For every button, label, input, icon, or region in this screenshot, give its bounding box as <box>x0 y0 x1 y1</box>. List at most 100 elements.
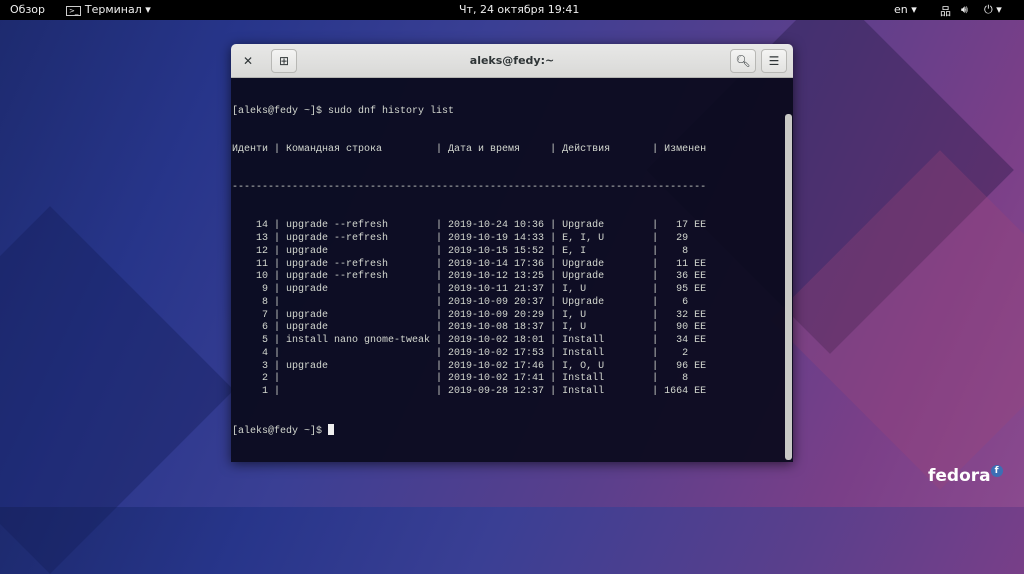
logo-text: fedora <box>928 466 991 486</box>
row-action: Upgrade <box>562 220 605 232</box>
separator: ----------------------------------------… <box>232 182 707 193</box>
search-icon: 🔍︎ <box>735 54 751 68</box>
bg-shape <box>0 206 234 574</box>
table-row: 10 | upgrade --refresh | 2019-10-12 13:2… <box>232 271 793 284</box>
row-action: Upgrade <box>562 296 605 308</box>
clock[interactable]: Чт, 24 октября 19:41 <box>459 3 579 16</box>
row-cmd: upgrade --refresh <box>286 233 389 244</box>
row-id: 10 <box>255 271 268 283</box>
row-id: 5 <box>261 335 268 346</box>
row-action: I, U <box>562 322 587 334</box>
row-date: 2019-10-02 17:41 <box>448 373 545 385</box>
language-label: en <box>894 3 908 16</box>
row-cmd: upgrade <box>286 322 329 334</box>
header-id: Иденти <box>232 143 269 155</box>
row-id: 12 <box>255 245 268 257</box>
prompt: [aleks@fedy ~]$ <box>232 105 329 117</box>
terminal-icon: >_ <box>66 6 82 16</box>
table-row: 9 | upgrade | 2019-10-11 21:37 | I, U | … <box>232 284 793 297</box>
row-cmd: upgrade --refresh <box>286 220 389 232</box>
app-menu[interactable]: >_ Терминал ▾ <box>66 3 151 16</box>
cursor <box>328 424 335 436</box>
row-action: Upgrade <box>562 258 605 270</box>
table-row: 6 | upgrade | 2019-10-08 18:37 | I, U | … <box>232 322 793 335</box>
hamburger-icon: ☰ <box>768 54 780 68</box>
language-selector[interactable]: en ▾ <box>894 3 917 16</box>
row-id: 14 <box>255 220 268 232</box>
command: sudo dnf history list <box>328 105 455 117</box>
row-altered: 17 <box>676 220 689 232</box>
table-row: 14 | upgrade --refresh | 2019-10-24 10:3… <box>232 220 793 233</box>
row-altered: 96 <box>676 360 689 372</box>
power-icon[interactable]: ⏻ ▾ <box>984 3 1002 17</box>
table-row: 3 | upgrade | 2019-10-02 17:46 | I, O, U… <box>232 361 793 374</box>
row-cmd: upgrade --refresh <box>286 271 389 283</box>
row-action: Install <box>562 335 605 346</box>
terminal-window: ✕ ⊞ aleks@fedy:~ 🔍︎ ☰ [aleks@fedy ~]$ su… <box>231 44 793 462</box>
table-row: 13 | upgrade --refresh | 2019-10-19 14:3… <box>232 233 793 246</box>
volume-icon[interactable]: 🔊︎ <box>961 3 968 17</box>
header-action: Действия <box>562 143 611 155</box>
row-flag: EE <box>694 271 707 283</box>
app-menu-label: Терминал <box>84 3 142 16</box>
header-bar: ✕ ⊞ aleks@fedy:~ 🔍︎ ☰ <box>231 44 793 78</box>
table-row: 7 | upgrade | 2019-10-09 20:29 | I, U | … <box>232 310 793 323</box>
row-altered: 29 <box>676 233 689 244</box>
row-cmd: upgrade <box>286 284 329 295</box>
terminal-output[interactable]: [aleks@fedy ~]$ sudo dnf history list Ид… <box>231 78 793 462</box>
row-altered: 1664 <box>664 386 689 397</box>
row-date: 2019-10-02 18:01 <box>448 335 545 346</box>
scrollbar[interactable] <box>785 114 792 460</box>
row-altered: 2 <box>682 347 689 359</box>
row-action: I, U <box>562 309 587 321</box>
table-row: 5 | install nano gnome-tweak | 2019-10-0… <box>232 335 793 348</box>
row-action: Install <box>562 373 605 385</box>
row-date: 2019-10-09 20:29 <box>448 309 545 321</box>
network-icon[interactable]: 品 <box>940 3 951 19</box>
row-id: 13 <box>255 233 268 244</box>
row-altered: 90 <box>676 322 689 334</box>
row-flag: EE <box>694 360 707 372</box>
header-cmd: Командная строка <box>286 143 383 155</box>
window-title: aleks@fedy:~ <box>469 54 555 67</box>
chevron-down-icon: ▾ <box>911 3 917 16</box>
row-altered: 8 <box>682 373 689 385</box>
row-altered: 8 <box>682 245 689 257</box>
fedora-infinity-icon: f <box>990 465 1003 477</box>
fedora-logo: fedora f <box>928 465 1003 486</box>
table-row: 2 | | 2019-10-02 17:41 | Install | 8 <box>232 373 793 386</box>
row-action: I, O, U <box>562 360 605 372</box>
row-cmd: upgrade --refresh <box>286 258 389 270</box>
row-altered: 34 <box>676 335 689 346</box>
table-row: 4 | | 2019-10-02 17:53 | Install | 2 <box>232 348 793 361</box>
row-action: E, I, U <box>562 233 605 244</box>
row-id: 7 <box>261 309 268 321</box>
table-row: 11 | upgrade --refresh | 2019-10-14 17:3… <box>232 259 793 272</box>
search-button[interactable]: 🔍︎ <box>730 49 756 73</box>
row-id: 6 <box>261 322 268 334</box>
top-bar: Обзор >_ Терминал ▾ Чт, 24 октября 19:41… <box>0 0 1024 20</box>
row-date: 2019-10-15 15:52 <box>448 245 545 257</box>
row-date: 2019-10-19 14:33 <box>448 233 545 244</box>
row-cmd: upgrade <box>286 309 329 321</box>
activities-button[interactable]: Обзор <box>10 3 45 16</box>
row-altered: 36 <box>676 271 689 283</box>
row-flag: EE <box>694 386 707 397</box>
table-row: 12 | upgrade | 2019-10-15 15:52 | E, I |… <box>232 246 793 259</box>
row-action: I, U <box>562 284 587 295</box>
row-action: Install <box>562 347 605 359</box>
menu-button[interactable]: ☰ <box>761 49 787 73</box>
row-date: 2019-10-24 10:36 <box>448 220 545 232</box>
row-altered: 6 <box>682 296 689 308</box>
row-date: 2019-10-12 13:25 <box>448 271 545 283</box>
row-id: 2 <box>261 373 268 385</box>
row-flag: EE <box>694 220 707 232</box>
row-date: 2019-10-11 21:37 <box>448 284 545 295</box>
row-date: 2019-10-02 17:53 <box>448 347 545 359</box>
row-id: 9 <box>261 284 268 295</box>
row-id: 3 <box>261 360 268 372</box>
row-cmd: upgrade <box>286 245 329 257</box>
prompt: [aleks@fedy ~]$ <box>232 426 329 438</box>
row-date: 2019-10-09 20:37 <box>448 296 545 308</box>
table-row: 8 | | 2019-10-09 20:37 | Upgrade | 6 <box>232 297 793 310</box>
